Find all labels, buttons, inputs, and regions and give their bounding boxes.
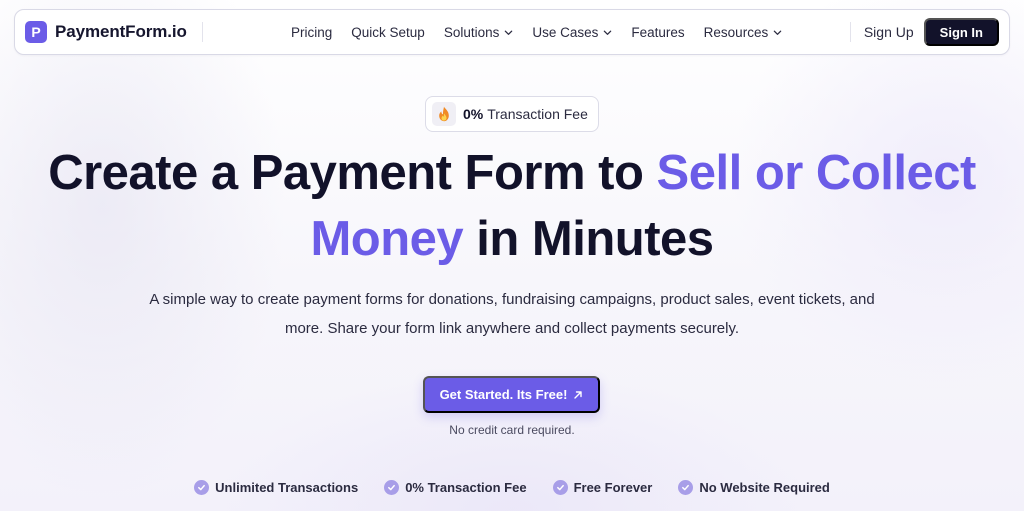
feature-item: 0% Transaction Fee bbox=[384, 480, 527, 495]
navbar: P PaymentForm.io Pricing Quick Setup Sol… bbox=[14, 9, 1010, 55]
sign-in-button[interactable]: Sign In bbox=[923, 18, 999, 46]
feature-item: Free Forever bbox=[552, 480, 653, 495]
nav-features-label: Features bbox=[631, 24, 685, 40]
nav-use-cases[interactable]: Use Cases bbox=[532, 25, 612, 40]
nav-solutions-label: Solutions bbox=[443, 24, 500, 40]
nav-resources-label: Resources bbox=[703, 24, 769, 40]
nav-quick-setup[interactable]: Quick Setup bbox=[351, 25, 425, 40]
chevron-down-icon bbox=[773, 30, 782, 35]
sign-up-link[interactable]: Sign Up bbox=[864, 24, 914, 40]
feature-label: Unlimited Transactions bbox=[215, 480, 359, 495]
arrow-up-right-icon bbox=[574, 390, 583, 399]
feature-item: No Website Required bbox=[678, 480, 830, 495]
badge-label: Transaction Fee bbox=[487, 106, 588, 122]
get-started-button[interactable]: Get Started. Its Free! bbox=[423, 376, 600, 413]
transaction-fee-badge: 0% Transaction Fee bbox=[425, 96, 599, 132]
fire-icon-svg bbox=[439, 106, 449, 122]
brand-name[interactable]: PaymentForm.io bbox=[55, 22, 187, 42]
brand-logo[interactable]: P bbox=[25, 21, 47, 43]
check-icon bbox=[194, 480, 210, 495]
check-icon bbox=[384, 480, 400, 495]
check-icon bbox=[678, 480, 694, 495]
auth-actions: Sign Up Sign In bbox=[849, 10, 999, 54]
no-credit-card-note: No credit card required. bbox=[449, 423, 575, 437]
auth-divider bbox=[849, 22, 851, 42]
feature-list: Unlimited Transactions 0% Transaction Fe… bbox=[0, 480, 1024, 495]
nav-quick-setup-label: Quick Setup bbox=[351, 24, 425, 40]
brand-divider bbox=[201, 22, 203, 42]
nav-use-cases-label: Use Cases bbox=[532, 24, 599, 40]
hero-subtitle-line1: A simple way to create payment forms for… bbox=[149, 291, 875, 308]
hero-subtitle: A simple way to create payment forms for… bbox=[112, 285, 912, 343]
hero-title: Create a Payment Form to Sell or Collect… bbox=[0, 140, 1024, 272]
badge-percent: 0% bbox=[463, 106, 484, 122]
brand[interactable]: P PaymentForm.io bbox=[25, 10, 203, 54]
nav-solutions[interactable]: Solutions bbox=[444, 25, 514, 40]
hero-subtitle-line2: more. Share your form link anywhere and … bbox=[284, 320, 740, 337]
hero-title-part1: Create a Payment Form to bbox=[48, 146, 657, 200]
nav-resources[interactable]: Resources bbox=[704, 25, 783, 40]
fire-icon bbox=[432, 102, 456, 126]
feature-label: Free Forever bbox=[573, 480, 653, 495]
main-nav: Pricing Quick Setup Solutions Use Cases … bbox=[291, 10, 801, 54]
nav-pricing-label: Pricing bbox=[291, 24, 333, 40]
check-icon bbox=[552, 480, 568, 495]
nav-pricing[interactable]: Pricing bbox=[291, 25, 332, 40]
feature-item: Unlimited Transactions bbox=[194, 480, 358, 495]
chevron-down-icon bbox=[505, 30, 513, 35]
get-started-label: Get Started. Its Free! bbox=[439, 387, 568, 402]
nav-features[interactable]: Features bbox=[631, 25, 684, 40]
feature-label: 0% Transaction Fee bbox=[405, 480, 527, 495]
feature-label: No Website Required bbox=[699, 480, 830, 495]
chevron-down-icon bbox=[604, 30, 612, 35]
hero-title-part2: in Minutes bbox=[463, 212, 714, 266]
